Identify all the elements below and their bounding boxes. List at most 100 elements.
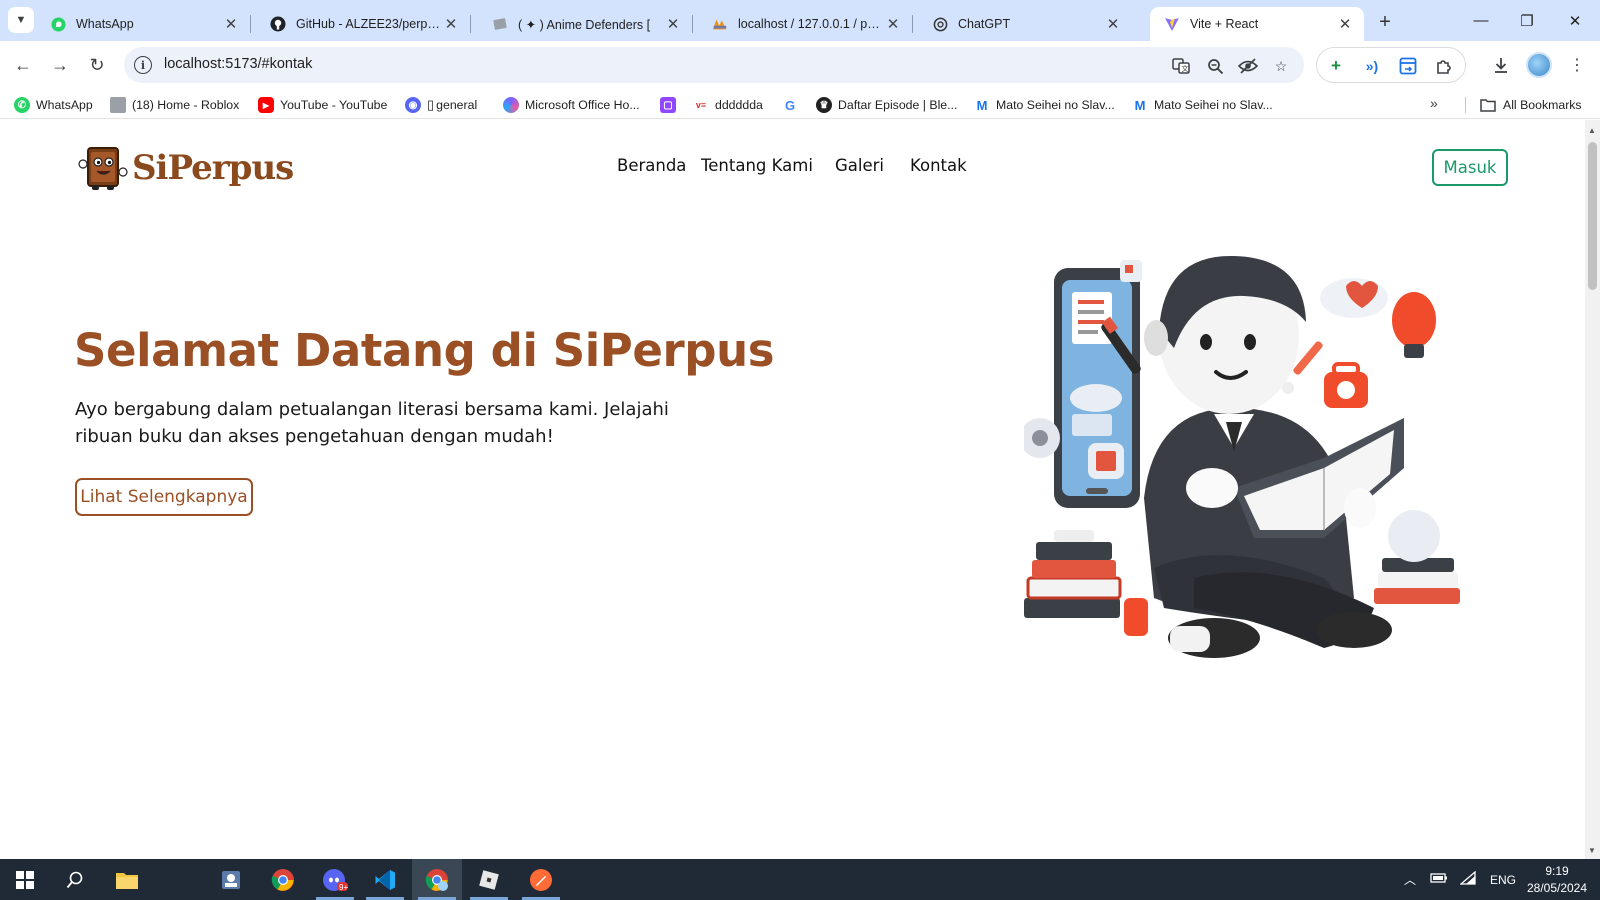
page-scrollbar[interactable]: ▲ ▼	[1585, 120, 1600, 859]
forward-button[interactable]: →	[45, 50, 75, 80]
tab-chatgpt[interactable]: ChatGPT ✕	[918, 7, 1132, 41]
chatgpt-icon	[932, 16, 948, 32]
bookmarks-bar: ✆ WhatsApp (18) Home - Roblox ▶ YouTube …	[0, 89, 1600, 119]
minimize-icon: —	[1473, 12, 1489, 29]
book-mascot-icon	[78, 144, 128, 192]
tab-title: Vite + React	[1190, 17, 1259, 31]
close-icon[interactable]: ✕	[664, 15, 682, 33]
taskbar-blank-app[interactable]	[152, 859, 202, 900]
close-icon[interactable]: ✕	[1336, 15, 1354, 33]
minimize-button[interactable]: —	[1458, 0, 1504, 41]
nav-tentang-kami[interactable]: Tentang Kami	[701, 156, 813, 175]
bookmark-label: WhatsApp	[36, 98, 93, 112]
manga-site-icon: M	[976, 97, 988, 113]
nav-beranda[interactable]: Beranda	[617, 156, 686, 175]
battery-icon[interactable]	[1430, 872, 1448, 887]
browser-tab-strip: ▼ WhatsApp ✕ GitHub - ALZEE23/perpus- ✕ …	[0, 0, 1600, 41]
star-icon[interactable]: ☆	[1270, 55, 1292, 77]
search-button[interactable]	[50, 859, 100, 900]
vscode-icon	[375, 869, 395, 890]
bookmark-dddddda[interactable]: v≡ dddddda	[693, 95, 763, 115]
site-info-icon[interactable]: i	[134, 56, 152, 74]
window-close-button[interactable]: ✕	[1552, 0, 1598, 41]
scroll-down-icon[interactable]: ▼	[1588, 846, 1596, 855]
taskbar-chrome[interactable]	[258, 859, 308, 900]
nav-galeri[interactable]: Galeri	[835, 156, 884, 175]
downloads-button[interactable]	[1486, 50, 1516, 80]
scroll-thumb[interactable]	[1588, 142, 1597, 290]
taskbar-vscode[interactable]	[360, 859, 410, 900]
bookmark-twitch[interactable]: ▢	[660, 95, 682, 115]
search-icon	[66, 871, 83, 888]
folder-icon	[116, 872, 138, 889]
tab-github[interactable]: GitHub - ALZEE23/perpus- ✕	[256, 7, 471, 41]
wifi-icon[interactable]	[1459, 870, 1476, 888]
taskbar-postman[interactable]	[516, 859, 566, 900]
roblox-icon	[110, 97, 126, 113]
tab-whatsapp[interactable]: WhatsApp ✕	[36, 7, 251, 41]
bookmark-google[interactable]: G	[782, 95, 804, 115]
taskbar-roblox[interactable]	[464, 859, 514, 900]
profile-avatar[interactable]	[1526, 52, 1552, 78]
arrow-left-icon: ←	[14, 54, 32, 75]
taskbar-file-explorer[interactable]	[102, 859, 152, 900]
puzzle-icon[interactable]	[1433, 55, 1455, 77]
close-icon[interactable]: ✕	[884, 15, 902, 33]
tab-manager-icon[interactable]	[1397, 55, 1419, 77]
url-text[interactable]: localhost:5173/#kontak	[164, 56, 312, 72]
bookmark-youtube[interactable]: ▶ YouTube - YouTube	[258, 95, 387, 115]
site-logo[interactable]: SiPerpus	[78, 144, 294, 192]
browser-toolbar: ← → ↻ i localhost:5173/#kontak 文 ☆ + ») …	[0, 41, 1600, 89]
back-button[interactable]: ←	[8, 50, 38, 80]
restore-button[interactable]: ❐	[1504, 0, 1550, 41]
reading-character-illustration	[1024, 255, 1460, 658]
bookmark-office[interactable]: Microsoft Office Ho...	[503, 95, 640, 115]
address-bar[interactable]: i localhost:5173/#kontak 文 ☆	[124, 47, 1304, 83]
all-bookmarks-button[interactable]: All Bookmarks	[1480, 95, 1582, 115]
zoom-icon[interactable]	[1204, 55, 1226, 77]
bookmark-label: Mato Seihei no Slav...	[996, 98, 1115, 112]
tab-phpmyadmin[interactable]: localhost / 127.0.0.1 / perp ✕	[698, 7, 913, 41]
see-more-button[interactable]: Lihat Selengkapnya	[75, 478, 253, 516]
bookmarks-overflow-button[interactable]: »	[1430, 95, 1438, 111]
kebab-menu-icon: ⋮	[1569, 57, 1585, 74]
new-tab-button[interactable]: +	[1372, 9, 1398, 35]
scroll-up-icon[interactable]: ▲	[1588, 126, 1596, 135]
tab-search-button[interactable]: ▼	[8, 7, 34, 33]
tab-vite-react[interactable]: Vite + React ✕	[1150, 7, 1364, 41]
taskbar-discord[interactable]: 9+	[310, 859, 360, 900]
bookmark-roblox[interactable]: (18) Home - Roblox	[110, 95, 239, 115]
login-button[interactable]: Masuk	[1432, 149, 1508, 186]
bookmark-mato-seihei-2[interactable]: M Mato Seihei no Slav...	[1132, 95, 1273, 115]
add-extension-icon[interactable]: +	[1325, 55, 1347, 77]
browser-menu-button[interactable]: ⋮	[1562, 50, 1592, 80]
taskbar-clock[interactable]: 9:19 28/05/2024	[1520, 863, 1594, 897]
nav-kontak[interactable]: Kontak	[910, 156, 967, 175]
bookmark-mato-seihei-1[interactable]: M Mato Seihei no Slav...	[974, 95, 1115, 115]
bookmark-general[interactable]: ◉ ▯ general	[405, 95, 477, 115]
language-indicator[interactable]: ENG	[1490, 873, 1516, 887]
tab-anime-defenders[interactable]: ( ✦ ) Anime Defenders [ ✕	[478, 7, 693, 41]
download-icon	[1495, 58, 1507, 73]
close-icon[interactable]: ✕	[1104, 15, 1122, 33]
close-icon[interactable]: ✕	[222, 15, 240, 33]
audio-extension-icon[interactable]: »)	[1361, 55, 1383, 77]
bookmark-daftar-episode[interactable]: ♛ Daftar Episode | Ble...	[816, 95, 957, 115]
plus-icon: +	[1379, 10, 1391, 33]
close-icon[interactable]: ✕	[442, 15, 460, 33]
eye-off-icon[interactable]	[1237, 55, 1259, 77]
taskbar-chrome-active[interactable]	[412, 859, 462, 900]
reload-button[interactable]: ↻	[82, 50, 112, 80]
translate-icon[interactable]: 文	[1170, 55, 1192, 77]
taskbar-app-contacts[interactable]	[206, 859, 256, 900]
reload-icon: ↻	[89, 54, 105, 75]
office-icon	[503, 97, 519, 113]
twitch-icon: ▢	[660, 97, 676, 113]
tab-title: GitHub - ALZEE23/perpus-	[296, 17, 442, 31]
bookmark-label: All Bookmarks	[1503, 98, 1582, 112]
bookmark-label: general	[436, 98, 478, 112]
chevron-up-icon[interactable]: ︿	[1404, 871, 1416, 888]
start-button[interactable]	[0, 859, 50, 900]
roblox-game-icon	[492, 16, 508, 32]
bookmark-whatsapp[interactable]: ✆ WhatsApp	[14, 95, 93, 115]
